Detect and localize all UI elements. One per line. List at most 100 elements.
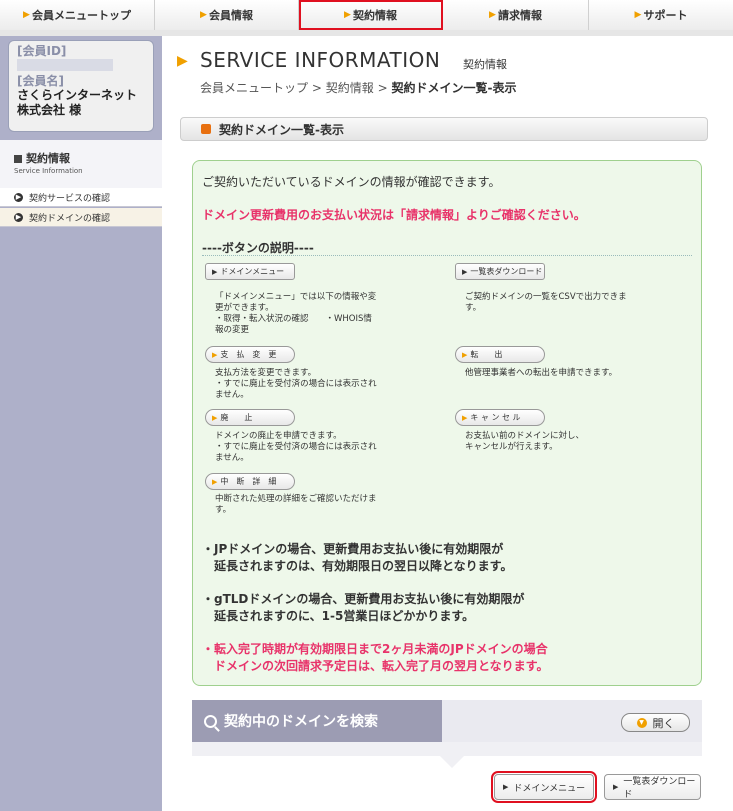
- sample-cancel-button: ▶ キ ャ ン セ ル: [455, 409, 545, 426]
- breadcrumb: 会員メニュートップ > 契約情報 > 契約ドメイン一覧-表示: [200, 79, 516, 96]
- sample-button-label: 中 断 詳 細: [220, 477, 277, 486]
- info-intro: ご契約いただいているドメインの情報が確認できます。: [202, 175, 501, 189]
- sidebar-section-subtitle: Service Information: [14, 167, 83, 175]
- sample-button-label: 一覧表ダウンロード: [470, 267, 543, 276]
- tab-label: 会員メニュートップ: [31, 9, 131, 22]
- arrow-icon: ▶: [613, 783, 619, 791]
- desc-line: ・すでに廃止を受付済の場合には表示され: [215, 442, 377, 452]
- search-bar-bottom: [192, 742, 702, 756]
- breadcrumb-item-contract[interactable]: 契約情報: [326, 81, 374, 95]
- domain-search-label: 契約中のドメインを検索: [224, 714, 378, 730]
- desc-line: 報の変更: [215, 325, 250, 335]
- search-icon: [204, 714, 217, 728]
- desc-line: 更ができます。: [215, 303, 274, 313]
- arrow-icon: ▶: [344, 10, 351, 20]
- member-name-label: [会員名]: [17, 74, 64, 88]
- note-line: ・JPドメインの場合、更新費用お支払い後に有効期限が: [202, 542, 504, 556]
- domain-search-toggle[interactable]: 契約中のドメインを検索: [192, 700, 442, 742]
- info-warning: ドメイン更新費用のお支払い状況は「請求情報」よりご確認ください。: [202, 208, 586, 222]
- member-id-label: [会員ID]: [17, 44, 67, 58]
- caret-down-shape: [440, 756, 464, 768]
- sidebar-section-title: 契約情報: [26, 152, 70, 165]
- desc-line: ません。: [215, 453, 249, 463]
- arrow-icon: ▶: [212, 477, 218, 486]
- desc-line: キャンセルが行えます。: [465, 442, 558, 452]
- open-search-button[interactable]: ▼ 開く: [621, 713, 690, 732]
- breadcrumb-item-current: 契約ドメイン一覧-表示: [391, 81, 517, 95]
- note-gtld-domain: ・gTLDドメインの場合、更新費用お支払い後に有効期限が 延長されますのに、1-…: [202, 591, 524, 625]
- chevron-down-icon: ▼: [636, 717, 647, 728]
- breadcrumb-separator: >: [377, 81, 388, 95]
- list-download-button[interactable]: ▶ 一覧表ダウンロード: [604, 774, 701, 800]
- breadcrumb-item-top[interactable]: 会員メニュートップ: [200, 81, 308, 95]
- sidebar: [会員ID] [会員名] さくらインターネット 株式会社 様 契約情報 Serv…: [0, 36, 162, 811]
- arrow-icon: ▶: [212, 413, 218, 422]
- tab-member-info[interactable]: ▶ 会員情報: [155, 0, 299, 30]
- buttons-heading: ----ボタンの説明----: [202, 241, 314, 255]
- desc-abolish: ドメインの廃止を申請できます。 ・すでに廃止を受付済の場合には表示され ません。: [215, 431, 377, 464]
- section-header: 契約ドメイン一覧-表示: [180, 117, 708, 141]
- arrow-circle-icon: ▶: [14, 212, 23, 222]
- sample-button-label: 支 払 変 更: [220, 350, 277, 359]
- member-name-line2: 株式会社 様: [17, 103, 82, 117]
- domain-menu-button[interactable]: ▶ ドメインメニュー: [491, 771, 597, 803]
- arrow-icon: ▶: [212, 350, 218, 359]
- desc-line: す。: [215, 505, 232, 515]
- tab-label: 請求情報: [497, 9, 542, 22]
- arrow-icon: ▶: [503, 783, 509, 791]
- section-marker-icon: [201, 124, 211, 134]
- arrow-icon: ▶: [634, 10, 642, 20]
- sidebar-section: 契約情報 Service Information: [0, 140, 162, 188]
- sample-button-label: キ ャ ン セ ル: [470, 413, 521, 422]
- tab-contract-info[interactable]: ▶ 契約情報: [299, 0, 443, 30]
- breadcrumb-separator: >: [311, 81, 322, 95]
- desc-transfer-out: 他管理事業者への転出を申請できます。: [465, 368, 617, 379]
- note-line: ・gTLDドメインの場合、更新費用お支払い後に有効期限が: [202, 592, 525, 606]
- desc-line: 支払方法を変更できます。: [215, 368, 317, 378]
- tab-member-menu-top[interactable]: ▶ 会員メニュートップ: [0, 0, 155, 30]
- page-subtitle: 契約情報: [463, 58, 507, 71]
- sample-abolish-button: ▶ 廃 止: [205, 409, 295, 426]
- note-line: 延長されますのに、1-5営業日ほどかかります。: [202, 609, 475, 623]
- dotted-divider: [202, 255, 692, 256]
- desc-line: 中断された処理の詳細をご確認いただけま: [215, 494, 377, 504]
- page-title: SERVICE INFORMATION: [200, 48, 441, 72]
- note-line: ドメインの次回請求予定日は、転入完了月の翌月となります。: [202, 659, 549, 673]
- sidebar-item-label: 契約ドメインの確認: [29, 213, 111, 224]
- title-marker-icon: ▶: [177, 53, 188, 69]
- open-search-label: 開く: [652, 716, 675, 730]
- arrow-icon: ▶: [212, 267, 218, 276]
- sidebar-item-domain-check[interactable]: ▶ 契約ドメインの確認: [0, 208, 162, 227]
- desc-payment-change: 支払方法を変更できます。 ・すでに廃止を受付済の場合には表示され ません。: [215, 368, 377, 401]
- tab-support[interactable]: ▶ サポート: [589, 0, 733, 30]
- sample-button-label: ドメインメニュー: [220, 267, 285, 276]
- domain-menu-label: ドメインメニュー: [513, 783, 586, 794]
- tab-label: 会員情報: [208, 9, 253, 22]
- desc-line: ・取得・転入状況の確認 ・WHOIS情: [215, 314, 372, 324]
- note-line: ・転入完了時期が有効期限日まで2ヶ月未満のJPドメインの場合: [202, 642, 548, 656]
- arrow-icon: ▶: [489, 10, 496, 20]
- arrow-icon: ▶: [462, 267, 468, 276]
- desc-line: ドメインの廃止を申請できます。: [215, 431, 342, 441]
- note-jp-domain: ・JPドメインの場合、更新費用お支払い後に有効期限が 延長されますのは、有効期限…: [202, 541, 512, 575]
- sample-domain-menu-button: ▶ ドメインメニュー: [205, 263, 295, 280]
- desc-cancel: お支払い前のドメインに対し、 キャンセルが行えます。: [465, 431, 584, 453]
- arrow-icon: ▶: [23, 10, 30, 20]
- sample-suspend-detail-button: ▶ 中 断 詳 細: [205, 473, 295, 490]
- arrow-icon: ▶: [200, 10, 207, 20]
- note-line: 延長されますのは、有効期限日の翌日以降となります。: [202, 559, 513, 573]
- arrow-circle-icon: ▶: [14, 192, 23, 202]
- sidebar-item-service-check[interactable]: ▶ 契約サービスの確認: [0, 188, 162, 207]
- desc-suspend-detail: 中断された処理の詳細をご確認いただけま す。: [215, 494, 377, 516]
- desc-list-download: ご契約ドメインの一覧をCSVで出力できま す。: [465, 292, 627, 314]
- tab-billing-info[interactable]: ▶ 請求情報: [443, 0, 589, 30]
- desc-line: ・すでに廃止を受付済の場合には表示され: [215, 379, 377, 389]
- arrow-icon: ▶: [462, 350, 468, 359]
- sample-button-label: 廃 止: [220, 413, 253, 422]
- sample-button-label: 転 出: [470, 350, 503, 359]
- note-transfer-in: ・転入完了時期が有効期限日まで2ヶ月未満のJPドメインの場合 ドメインの次回請求…: [202, 641, 548, 675]
- sample-payment-change-button: ▶ 支 払 変 更: [205, 346, 295, 363]
- desc-line: ご契約ドメインの一覧をCSVで出力できま: [465, 292, 627, 302]
- member-info-box: [会員ID] [会員名] さくらインターネット 株式会社 様: [8, 40, 154, 132]
- sidebar-item-label: 契約サービスの確認: [29, 193, 111, 204]
